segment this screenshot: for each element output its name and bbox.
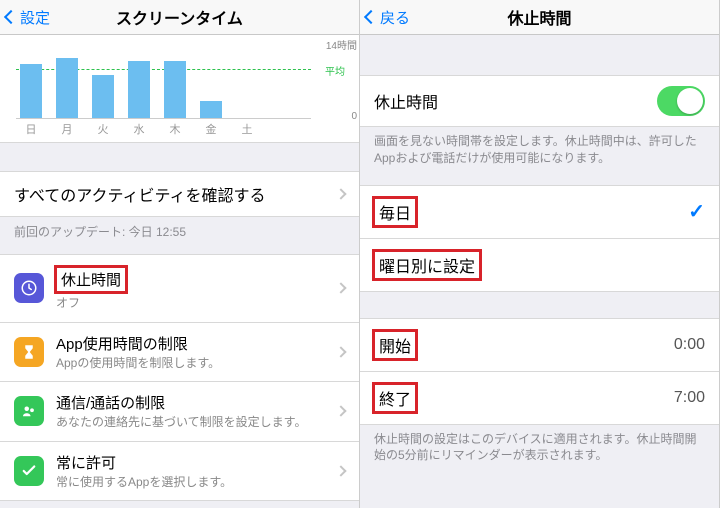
chevron-right-icon (335, 406, 346, 417)
back-button-downtime[interactable]: 戻る (366, 0, 410, 34)
start-label: 開始 (372, 329, 418, 361)
x-label: 木 (164, 121, 186, 137)
downtime-toggle-switch[interactable] (657, 86, 705, 116)
end-label: 終了 (372, 382, 418, 414)
bar-日 (20, 64, 42, 118)
page-title-left: スクリーンタイム (116, 5, 243, 29)
end-time-row[interactable]: 終了 7:00 (360, 372, 719, 425)
chart-bars (16, 39, 311, 119)
downtime-detail-panel: 戻る 休止時間 休止時間 画面を見ない時間帯を設定します。休止時間中は、許可した… (360, 0, 720, 508)
custom-days-row[interactable]: 曜日別に設定 (360, 239, 719, 292)
back-label: 戻る (380, 7, 410, 28)
downtime-sub: オフ (56, 296, 329, 312)
x-label: 月 (56, 121, 78, 137)
end-value: 7:00 (674, 389, 705, 407)
back-button-settings[interactable]: 設定 (6, 0, 50, 34)
screen-time-panel: 設定 スクリーンタイム 14時間 0 平均 日月火水木金土 すべてのアクティビテ… (0, 0, 360, 508)
last-update-note: 前回のアップデート: 今日 12:55 (0, 217, 359, 246)
bar-月 (56, 58, 78, 118)
start-time-row[interactable]: 開始 0:00 (360, 318, 719, 372)
always-allowed-row[interactable]: 常に許可 常に使用するAppを選択します。 (0, 442, 359, 502)
app-limits-title: App使用時間の制限 (56, 333, 329, 354)
x-label: 金 (200, 121, 222, 137)
chevron-right-icon (335, 346, 346, 357)
back-label: 設定 (20, 7, 50, 28)
communication-sub: あなたの連絡先に基づいて制限を設定します。 (56, 415, 329, 431)
downtime-title: 休止時間 (54, 265, 128, 294)
communication-row[interactable]: 通信/通話の制限 あなたの連絡先に基づいて制限を設定します。 (0, 382, 359, 442)
always-sub: 常に使用するAppを選択します。 (56, 475, 329, 491)
x-label: 水 (128, 121, 150, 137)
time-note: 休止時間の設定はこのデバイスに適用されます。休止時間開始の5分前にリマインダーが… (360, 425, 719, 475)
x-label: 日 (20, 121, 42, 137)
bar-火 (92, 75, 114, 118)
custom-days-label: 曜日別に設定 (372, 249, 482, 281)
x-label: 火 (92, 121, 114, 137)
all-activity-label: すべてのアクティビティを確認する (14, 182, 329, 206)
chevron-right-icon (335, 465, 346, 476)
bar-金 (200, 101, 222, 118)
y-axis-top-label: 14時間 (326, 37, 357, 52)
every-day-label: 毎日 (372, 196, 418, 228)
downtime-toggle-row: 休止時間 (360, 75, 719, 127)
checkmark-icon: ✓ (688, 199, 705, 224)
navbar-left: 設定 スクリーンタイム (0, 0, 359, 35)
check-icon (14, 456, 44, 486)
chart-x-axis: 日月火水木金土 (16, 119, 311, 137)
downtime-note: 画面を見ない時間帯を設定します。休止時間中は、許可したAppおよび電話だけが使用… (360, 127, 719, 177)
app-limits-sub: Appの使用時間を制限します。 (56, 356, 329, 372)
navbar-right: 戻る 休止時間 (360, 0, 719, 35)
usage-chart: 14時間 0 平均 日月火水木金土 (0, 35, 359, 143)
start-value: 0:00 (674, 336, 705, 354)
downtime-row[interactable]: 休止時間 オフ (0, 254, 359, 323)
downtime-icon (14, 273, 44, 303)
hourglass-icon (14, 337, 44, 367)
chevron-right-icon (335, 283, 346, 294)
x-label: 土 (236, 121, 258, 137)
chevron-left-icon (366, 9, 378, 26)
always-title: 常に許可 (56, 452, 329, 473)
chevron-right-icon (335, 188, 346, 199)
communication-title: 通信/通話の制限 (56, 392, 329, 413)
every-day-row[interactable]: 毎日 ✓ (360, 185, 719, 239)
page-title-right: 休止時間 (507, 5, 571, 29)
app-limits-row[interactable]: App使用時間の制限 Appの使用時間を制限します。 (0, 323, 359, 383)
y-axis-bottom-label: 0 (351, 111, 357, 122)
downtime-toggle-label: 休止時間 (374, 89, 657, 113)
bar-木 (164, 61, 186, 118)
chevron-left-icon (6, 9, 18, 26)
avg-label: 平均 (325, 63, 345, 78)
all-activity-row[interactable]: すべてのアクティビティを確認する (0, 171, 359, 217)
bar-水 (128, 61, 150, 118)
communication-icon (14, 396, 44, 426)
